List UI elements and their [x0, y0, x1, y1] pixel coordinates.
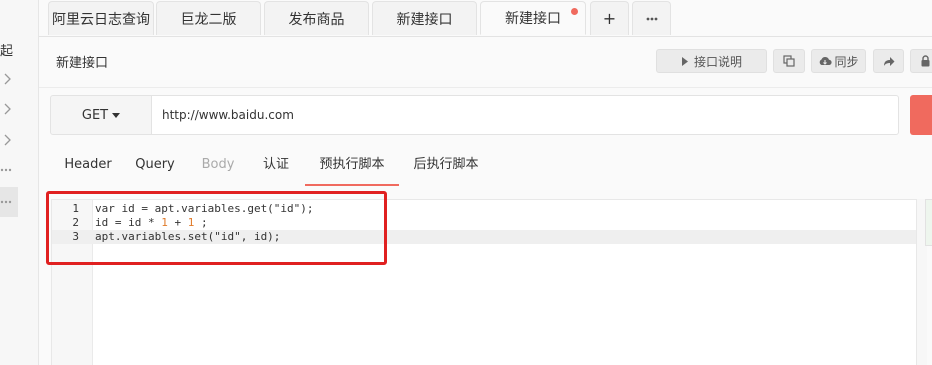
method-select[interactable]: GET — [50, 95, 152, 135]
api-title-bar: 新建接口 接口说明 同步 — [39, 36, 932, 88]
line-number: 3 — [72, 230, 79, 243]
add-tab-button[interactable]: + — [590, 1, 629, 35]
request-url-row: GET — [50, 95, 932, 135]
tab-bar: 阿里云日志查询 巨龙二版 发布商品 新建接口 新建接口 + — [39, 0, 932, 36]
api-doc-label: 接口说明 — [693, 54, 742, 69]
main-panel: 阿里云日志查询 巨龙二版 发布商品 新建接口 新建接口 + 新建接口 接口说明 — [39, 0, 932, 365]
subtab-query[interactable]: Query — [123, 146, 187, 186]
plus-icon: + — [602, 9, 617, 28]
url-input[interactable] — [151, 95, 899, 135]
subtab-body[interactable]: Body — [187, 146, 249, 186]
tab-new-api-active[interactable]: 新建接口 — [480, 1, 586, 35]
subtab-label: 预执行脚本 — [319, 157, 385, 172]
chevron-right-icon[interactable] — [2, 103, 14, 115]
subtab-label: Body — [201, 157, 235, 172]
tab-label: 新建接口 — [505, 11, 561, 27]
code-line[interactable]: 2 id = id * 1 + 1 ; — [52, 216, 916, 230]
share-icon — [883, 56, 894, 66]
send-button[interactable] — [910, 95, 932, 135]
tab-julong-v2[interactable]: 巨龙二版 — [156, 1, 261, 35]
subtab-label: 后执行脚本 — [413, 157, 479, 172]
page-title: 新建接口 — [56, 56, 109, 71]
tab-label: 发布商品 — [288, 11, 345, 28]
subtab-auth[interactable]: 认证 — [249, 146, 303, 186]
tab-label: 新建接口 — [396, 11, 453, 28]
subtab-label: 认证 — [262, 157, 289, 172]
request-subtabs: Header Query Body 认证 预执行脚本 后执行脚本 — [39, 146, 932, 186]
chevron-right-icon[interactable] — [2, 73, 14, 85]
left-sidebar: 起 — [0, 0, 39, 365]
unsaved-dot-icon — [571, 8, 578, 15]
code-line-current[interactable]: 3 apt.variables.set("id", id); — [52, 230, 916, 244]
code-text: id = id * 1 + 1 ; — [95, 216, 208, 229]
side-panel-edge — [925, 199, 932, 246]
line-number: 1 — [72, 202, 79, 215]
line-number: 2 — [72, 216, 79, 229]
lock-icon — [921, 55, 929, 67]
sync-label: 同步 — [834, 54, 859, 69]
code-text: var id = apt.variables.get("id"); — [95, 202, 314, 215]
copy-icon — [783, 55, 795, 67]
caret-down-icon — [112, 112, 121, 118]
tab-aliyun-log-query[interactable]: 阿里云日志查询 — [48, 1, 154, 35]
subtab-post-script[interactable]: 后执行脚本 — [399, 146, 493, 186]
subtab-label: Query — [135, 157, 175, 172]
subtab-label: Header — [64, 157, 112, 172]
subtab-header[interactable]: Header — [53, 146, 123, 186]
sidebar-partial-text: 起 — [0, 44, 14, 59]
tab-publish-product[interactable]: 发布商品 — [264, 1, 369, 35]
cloud-sync-icon — [820, 57, 833, 65]
api-doc-button[interactable]: 接口说明 — [656, 49, 767, 73]
copy-button[interactable] — [773, 49, 805, 73]
tab-label: 阿里云日志查询 — [52, 11, 150, 28]
more-tabs-button[interactable] — [632, 1, 671, 35]
more-dots-icon[interactable] — [0, 197, 14, 207]
code-line[interactable]: 1 var id = apt.variables.get("id"); — [52, 202, 916, 216]
lock-button[interactable] — [910, 49, 932, 73]
tab-label: 巨龙二版 — [180, 11, 237, 28]
tab-new-api-1[interactable]: 新建接口 — [372, 1, 477, 35]
sync-button[interactable]: 同步 — [811, 49, 866, 73]
caret-right-icon — [681, 56, 688, 66]
subtab-pre-script[interactable]: 预执行脚本 — [305, 146, 399, 186]
method-label: GET — [81, 107, 109, 123]
script-editor[interactable]: 1 var id = apt.variables.get("id"); 2 id… — [51, 199, 917, 365]
chevron-right-icon[interactable] — [2, 134, 14, 146]
more-dots-icon — [646, 17, 657, 20]
share-button[interactable] — [873, 49, 904, 73]
code-text: apt.variables.set("id", id); — [95, 230, 281, 243]
more-dots-icon[interactable] — [0, 165, 14, 175]
